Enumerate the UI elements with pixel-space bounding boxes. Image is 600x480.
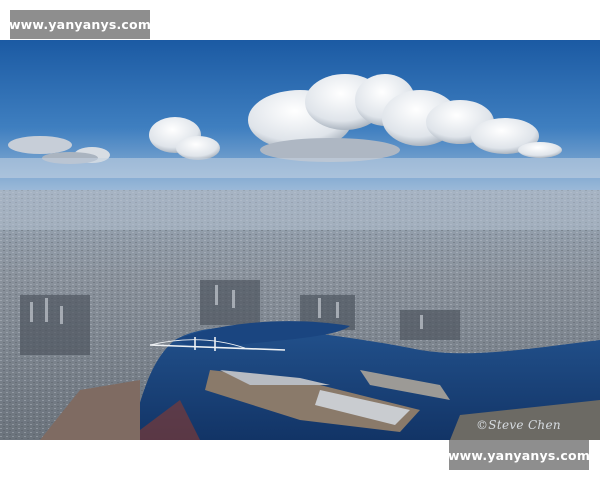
watermark-top: www.yanyanys.com [9, 10, 151, 39]
photographer-signature: ©Steve Chen [476, 418, 561, 432]
aerial-city-photo [0, 40, 600, 440]
watermark-bottom: www.yanyanys.com [448, 440, 590, 470]
